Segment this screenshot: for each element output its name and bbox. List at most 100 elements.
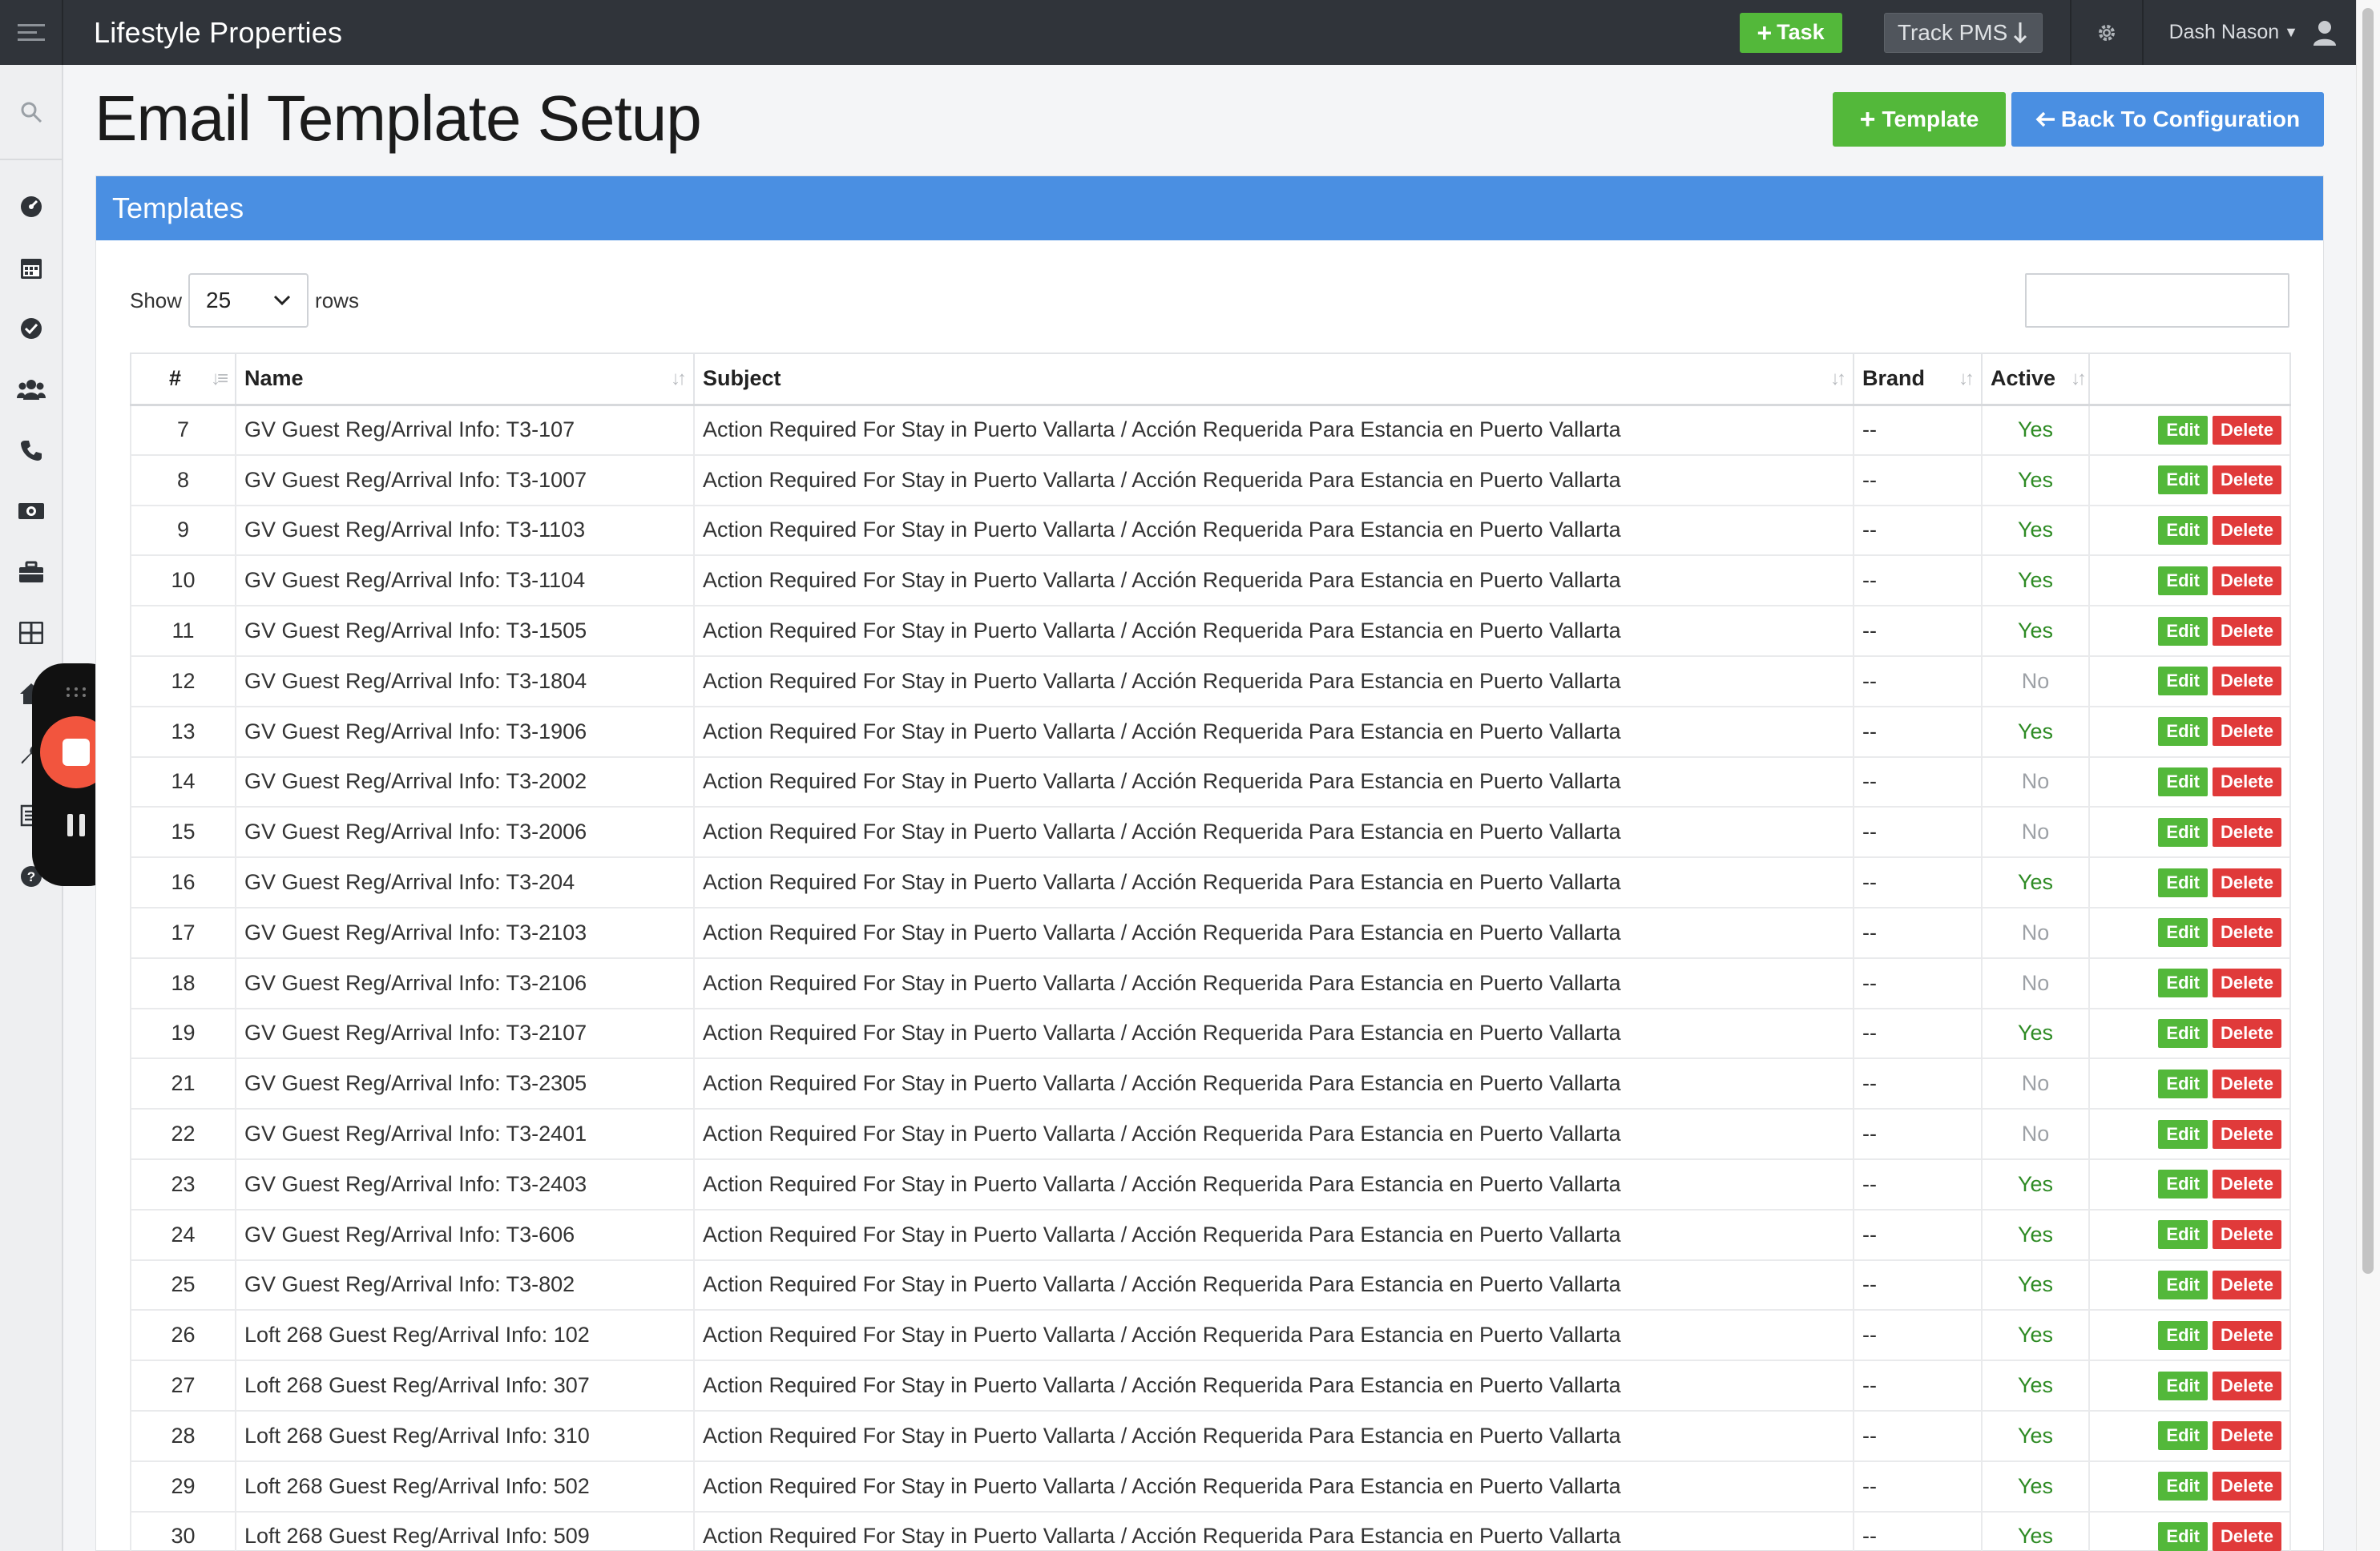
- edit-button[interactable]: Edit: [2158, 566, 2208, 595]
- delete-button[interactable]: Delete: [2212, 465, 2281, 495]
- table-row: 14 GV Guest Reg/Arrival Info: T3-2002 Acti…: [130, 755, 2291, 808]
- edit-button[interactable]: Edit: [2158, 415, 2208, 445]
- row-brand: --: [1853, 453, 1983, 506]
- edit-button[interactable]: Edit: [2158, 1320, 2208, 1350]
- sidebar-item-calendar[interactable]: [0, 237, 63, 298]
- delete-button[interactable]: Delete: [2212, 767, 2281, 796]
- edit-button[interactable]: Edit: [2158, 767, 2208, 796]
- sidebar-item-payments[interactable]: [0, 481, 63, 542]
- delete-button[interactable]: Delete: [2212, 1421, 2281, 1451]
- add-task-button[interactable]: + Task: [1739, 12, 1842, 53]
- column-header-actions: [2088, 352, 2291, 406]
- row-subject: Action Required For Stay in Puerto Valla…: [693, 957, 1854, 1009]
- row-name: GV Guest Reg/Arrival Info: T3-1505: [235, 605, 695, 657]
- table-row: 11 GV Guest Reg/Arrival Info: T3-1505 Acti…: [130, 605, 2291, 657]
- row-name: GV Guest Reg/Arrival Info: T3-204: [235, 856, 695, 908]
- edit-button[interactable]: Edit: [2158, 1472, 2208, 1501]
- edit-button[interactable]: Edit: [2158, 969, 2208, 998]
- row-name: GV Guest Reg/Arrival Info: T3-2002: [235, 755, 695, 808]
- track-pms-button[interactable]: Track PMS: [1883, 12, 2043, 53]
- delete-button[interactable]: Delete: [2212, 969, 2281, 998]
- edit-button[interactable]: Edit: [2158, 868, 2208, 897]
- row-id: 22: [130, 1108, 236, 1160]
- delete-button[interactable]: Delete: [2212, 1069, 2281, 1098]
- sidebar-item-calls[interactable]: [0, 420, 63, 481]
- sidebar-search-button[interactable]: [0, 65, 62, 160]
- edit-button[interactable]: Edit: [2158, 667, 2208, 696]
- user-menu[interactable]: Dash Nason ▼: [2144, 0, 2356, 65]
- delete-button[interactable]: Delete: [2212, 1170, 2281, 1199]
- delete-button[interactable]: Delete: [2212, 817, 2281, 847]
- edit-button[interactable]: Edit: [2158, 1018, 2208, 1048]
- edit-button[interactable]: Edit: [2158, 817, 2208, 847]
- row-id: 27: [130, 1360, 236, 1412]
- edit-button[interactable]: Edit: [2158, 1119, 2208, 1149]
- delete-button[interactable]: Delete: [2212, 515, 2281, 545]
- settings-button[interactable]: [2071, 0, 2142, 65]
- delete-button[interactable]: Delete: [2212, 616, 2281, 646]
- delete-button[interactable]: Delete: [2212, 1472, 2281, 1501]
- add-template-label: Template: [1882, 107, 1979, 131]
- row-active: Yes: [1981, 1409, 2090, 1462]
- edit-button[interactable]: Edit: [2158, 515, 2208, 545]
- row-actions: Edit Delete: [2088, 906, 2291, 959]
- sidebar-item-units[interactable]: [0, 602, 63, 663]
- delete-button[interactable]: Delete: [2212, 918, 2281, 948]
- column-header-active[interactable]: Active ↓↑: [1981, 352, 2090, 406]
- row-brand: --: [1853, 1409, 1983, 1462]
- table-search-input[interactable]: [2025, 273, 2289, 328]
- edit-button[interactable]: Edit: [2158, 717, 2208, 747]
- edit-button[interactable]: Edit: [2158, 1371, 2208, 1400]
- column-header-name[interactable]: Name ↓↑: [235, 352, 695, 406]
- sort-icon: ↓↑: [1830, 367, 1846, 389]
- delete-button[interactable]: Delete: [2212, 1220, 2281, 1250]
- drag-handle-icon[interactable]: [64, 686, 88, 699]
- delete-button[interactable]: Delete: [2212, 717, 2281, 747]
- row-id: 23: [130, 1158, 236, 1211]
- row-actions: Edit Delete: [2088, 1058, 2291, 1110]
- edit-button[interactable]: Edit: [2158, 1421, 2208, 1451]
- delete-button[interactable]: Delete: [2212, 1018, 2281, 1048]
- sidebar-item-tasks[interactable]: [0, 298, 63, 359]
- edit-button[interactable]: Edit: [2158, 1521, 2208, 1551]
- row-brand: --: [1853, 1158, 1983, 1211]
- delete-button[interactable]: Delete: [2212, 868, 2281, 897]
- row-subject: Action Required For Stay in Puerto Valla…: [693, 705, 1854, 758]
- sidebar-item-users[interactable]: [0, 359, 63, 420]
- edit-button[interactable]: Edit: [2158, 616, 2208, 646]
- sidebar-item-dashboard[interactable]: [0, 176, 63, 237]
- delete-button[interactable]: Delete: [2212, 1270, 2281, 1299]
- row-active: No: [1981, 1108, 2090, 1160]
- delete-button[interactable]: Delete: [2212, 1320, 2281, 1350]
- edit-button[interactable]: Edit: [2158, 1220, 2208, 1250]
- delete-button[interactable]: Delete: [2212, 566, 2281, 595]
- back-to-configuration-button[interactable]: Back To Configuration: [2011, 92, 2324, 147]
- column-header-id[interactable]: # ↓≡: [130, 352, 236, 406]
- delete-button[interactable]: Delete: [2212, 415, 2281, 445]
- add-template-button[interactable]: + Template: [1833, 92, 2006, 147]
- app-brand[interactable]: Lifestyle Properties: [94, 16, 342, 50]
- page-scrollbar[interactable]: [2356, 0, 2380, 1551]
- edit-button[interactable]: Edit: [2158, 1170, 2208, 1199]
- delete-button[interactable]: Delete: [2212, 1371, 2281, 1400]
- row-actions: Edit Delete: [2088, 705, 2291, 758]
- edit-button[interactable]: Edit: [2158, 465, 2208, 495]
- table-row: 8 GV Guest Reg/Arrival Info: T3-1007 Actio…: [130, 453, 2291, 506]
- delete-button[interactable]: Delete: [2212, 667, 2281, 696]
- sort-icon: ↓↑: [1958, 367, 1975, 389]
- sidebar-item-owners[interactable]: [0, 542, 63, 602]
- edit-button[interactable]: Edit: [2158, 1270, 2208, 1299]
- rows-per-page-select[interactable]: 25: [188, 273, 309, 328]
- column-header-label: Subject: [703, 366, 781, 391]
- scrollbar-thumb[interactable]: [2362, 8, 2374, 1274]
- column-header-brand[interactable]: Brand ↓↑: [1853, 352, 1983, 406]
- delete-button[interactable]: Delete: [2212, 1521, 2281, 1551]
- edit-button[interactable]: Edit: [2158, 1069, 2208, 1098]
- menu-toggle-button[interactable]: [0, 0, 63, 65]
- edit-button[interactable]: Edit: [2158, 918, 2208, 948]
- delete-button[interactable]: Delete: [2212, 1119, 2281, 1149]
- row-active: No: [1981, 806, 2090, 859]
- pause-recording-button[interactable]: [67, 814, 85, 836]
- row-brand: --: [1853, 655, 1983, 707]
- column-header-subject[interactable]: Subject ↓↑: [693, 352, 1854, 406]
